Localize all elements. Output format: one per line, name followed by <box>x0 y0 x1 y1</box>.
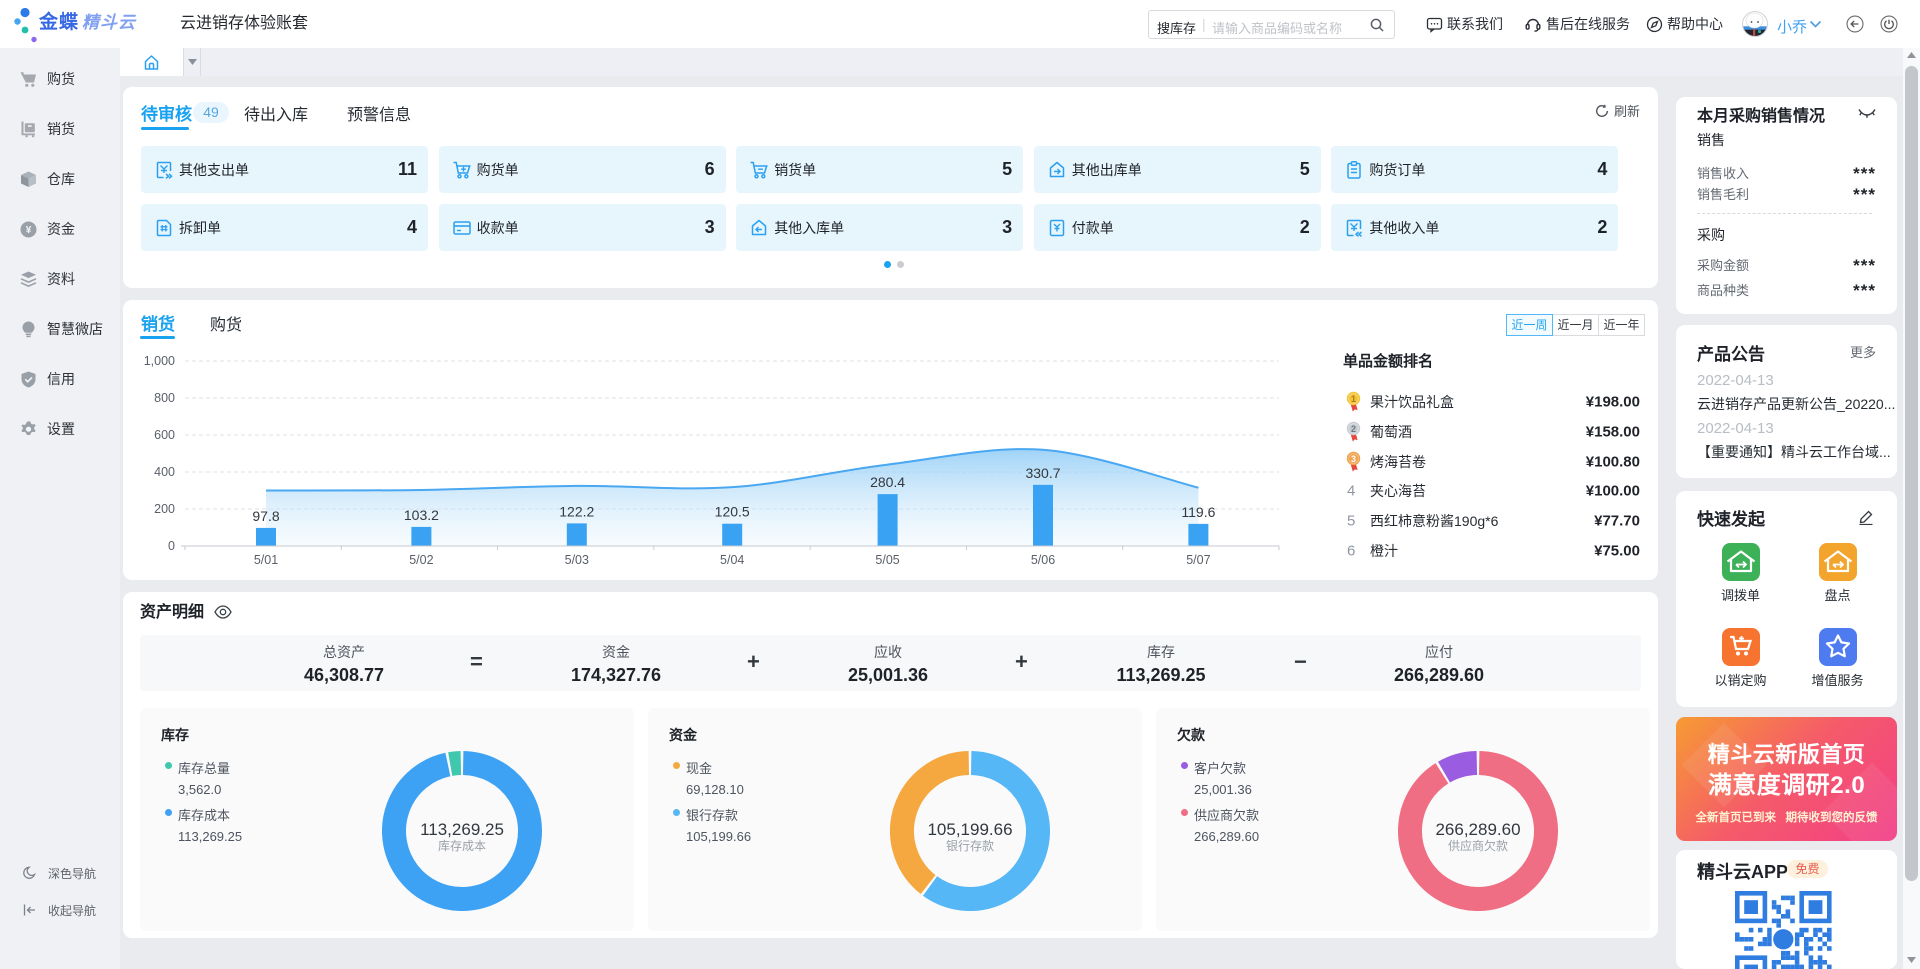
svg-text:119.6: 119.6 <box>1181 504 1215 520</box>
svg-text:800: 800 <box>154 391 175 405</box>
svg-text:400: 400 <box>154 465 175 479</box>
svg-text:5/02: 5/02 <box>409 553 433 567</box>
svg-text:103.2: 103.2 <box>404 507 439 523</box>
svg-text:2: 2 <box>1351 424 1356 434</box>
svg-text:330.7: 330.7 <box>1025 465 1060 481</box>
svg-text:5/04: 5/04 <box>720 553 744 567</box>
svg-text:200: 200 <box>154 502 175 516</box>
svg-text:97.8: 97.8 <box>252 508 279 524</box>
svg-text:¥: ¥ <box>26 225 32 236</box>
svg-text:5/03: 5/03 <box>565 553 589 567</box>
svg-text:5/05: 5/05 <box>875 553 899 567</box>
svg-text:1: 1 <box>1351 394 1356 404</box>
svg-text:280.4: 280.4 <box>870 474 905 490</box>
svg-text:5/06: 5/06 <box>1031 553 1055 567</box>
svg-text:120.5: 120.5 <box>715 504 750 520</box>
svg-text:5/01: 5/01 <box>254 553 278 567</box>
svg-text:122.2: 122.2 <box>559 503 594 519</box>
svg-text:0: 0 <box>168 539 175 553</box>
svg-text:600: 600 <box>154 428 175 442</box>
svg-text:3: 3 <box>1351 453 1356 463</box>
svg-text:1,000: 1,000 <box>144 354 175 368</box>
svg-text:5/07: 5/07 <box>1186 553 1210 567</box>
